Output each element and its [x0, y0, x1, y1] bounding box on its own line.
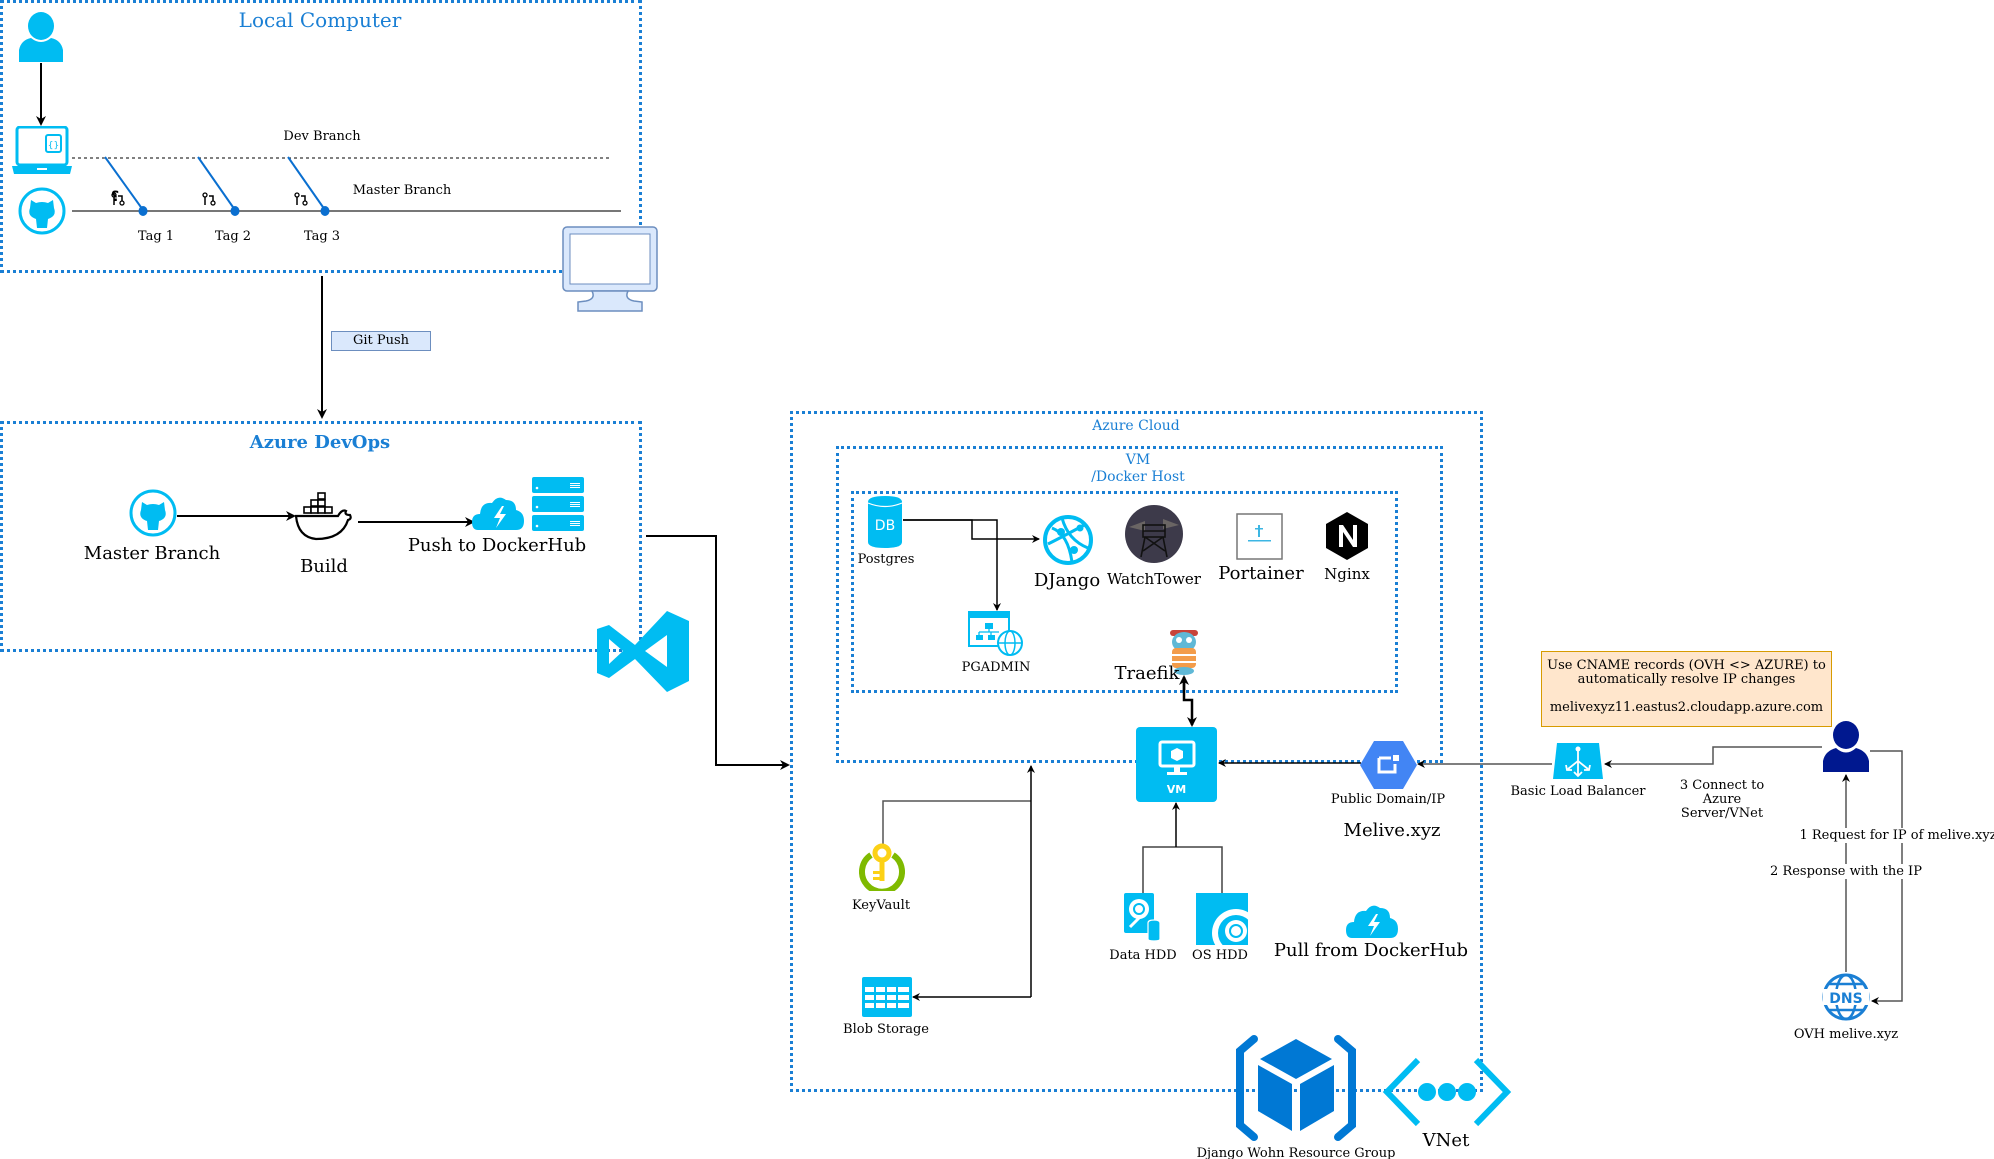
monitor-icon — [562, 226, 658, 312]
keyvault-icon — [859, 843, 905, 891]
line-datahdd — [1142, 846, 1223, 893]
cloud-lightning-icon — [472, 497, 524, 530]
connect-line: Server/VNet — [1680, 806, 1764, 821]
postgres-db-icon: DB — [868, 496, 902, 548]
architecture-diagram: Local Computer {} Dev Branch Master Bran… — [0, 0, 1994, 1159]
cname-note: Use CNAME records (OVH <> AZURE) to auto… — [1541, 651, 1832, 727]
django-web-icon — [1043, 515, 1093, 565]
data-hdd-icon — [1124, 893, 1161, 941]
devops-step-label: Push to DockerHub — [407, 535, 587, 556]
svg-text:DB: DB — [875, 518, 895, 534]
connect-line: Azure — [1702, 792, 1742, 807]
blob-storage-label: Blob Storage — [843, 1022, 929, 1037]
os-hdd-label: OS HDD — [1192, 948, 1248, 963]
pgadmin-icon — [968, 611, 1023, 656]
git-push-label: Git Push — [331, 331, 431, 351]
tag-label: Tag 1 — [137, 229, 175, 244]
resource-group-label: Django Wohn Resource Group — [1196, 1146, 1396, 1159]
response-ip-label: 2 Response with the IP — [1770, 864, 1922, 879]
pull-request-icon — [294, 192, 308, 206]
devops-step-label: Build — [300, 556, 348, 577]
load-balancer-icon — [1553, 743, 1603, 779]
vm-monitor-icon — [1158, 740, 1196, 775]
vm-tile[interactable]: VM — [1136, 727, 1217, 802]
blob-storage-icon — [862, 977, 912, 1017]
arrow-postgres-to-django — [903, 519, 1040, 543]
os-hdd-icon — [1196, 893, 1248, 945]
nginx-icon — [1326, 512, 1368, 560]
public-domain-label: Public Domain/IP — [1330, 792, 1446, 807]
azure-cloud-title: Azure Cloud — [1092, 418, 1180, 434]
note-line: automatically resolve IP changes — [1577, 672, 1796, 687]
vm-box-title: VM — [1125, 452, 1151, 468]
portainer-icon — [1236, 513, 1283, 560]
vm-box-subtitle: /Docker Host — [1091, 469, 1185, 485]
resource-group-icon — [1236, 1035, 1356, 1141]
data-hdd-label: Data HDD — [1109, 948, 1177, 963]
portainer-label: Portainer — [1218, 563, 1304, 584]
svg-text:{}: {} — [48, 141, 59, 151]
pull-dockerhub-label: Pull from DockerHub — [1273, 940, 1469, 961]
visual-studio-icon — [597, 611, 689, 692]
connectors — [36, 63, 1903, 1005]
dev-branch-label: Dev Branch — [283, 129, 361, 144]
load-balancer-label: Basic Load Balancer — [1510, 784, 1646, 799]
docker-icon — [294, 492, 352, 541]
vnet-icon — [1382, 1057, 1512, 1127]
tag-label: Tag 2 — [214, 229, 252, 244]
svg-text:DNS: DNS — [1829, 991, 1862, 1007]
laptop-icon: {} — [12, 126, 72, 174]
vm-tile-label: VM — [1166, 783, 1187, 796]
watchtower-icon — [1125, 505, 1183, 563]
azure-devops-title: Azure DevOps — [249, 432, 391, 453]
github-icon — [18, 187, 66, 235]
pull-request-icon — [202, 192, 216, 206]
note-line: Use CNAME records (OVH <> AZURE) to — [1547, 658, 1826, 673]
domain-name-label: Melive.xyz — [1343, 820, 1441, 841]
dns-label: OVH melive.xyz — [1793, 1027, 1899, 1042]
line-keyvault — [882, 800, 1031, 845]
nginx-label: Nginx — [1324, 565, 1370, 583]
connect-flow-label: 3 Connect to Azure Server/VNet — [1642, 779, 1802, 821]
tag-label: Tag 3 — [303, 229, 341, 244]
traefik-label: Traefik — [1114, 663, 1180, 684]
pgadmin-label: PGADMIN — [961, 660, 1031, 675]
postgres-label: Postgres — [857, 552, 915, 567]
github-icon — [129, 489, 177, 537]
local-computer-title: Local Computer — [238, 8, 402, 32]
watchtower-label: WatchTower — [1107, 570, 1201, 588]
cloud-lightning-icon — [1346, 905, 1398, 938]
devops-step-label: Master Branch — [83, 543, 221, 564]
arrow-postgres-to-pgadmin — [903, 519, 1001, 611]
server-stack-icon — [532, 477, 584, 531]
vnet-label: VNet — [1422, 1130, 1470, 1151]
connect-line: 3 Connect to — [1679, 778, 1765, 793]
django-label: DJango — [1033, 570, 1101, 591]
keyvault-label: KeyVault — [851, 898, 911, 913]
end-user-icon — [1823, 721, 1869, 772]
pull-request-icon — [111, 192, 125, 206]
user-icon — [19, 12, 63, 62]
request-ip-label: 1 Request for IP of melive.xyz — [1799, 828, 1994, 843]
dns-globe-icon: DNS — [1822, 973, 1870, 1021]
public-ip-icon — [1360, 741, 1417, 789]
arrow-user-to-lb — [1604, 746, 1822, 768]
note-line: melivexyz11.eastus2.cloudapp.azure.com — [1549, 700, 1824, 715]
master-branch-label: Master Branch — [352, 183, 452, 198]
